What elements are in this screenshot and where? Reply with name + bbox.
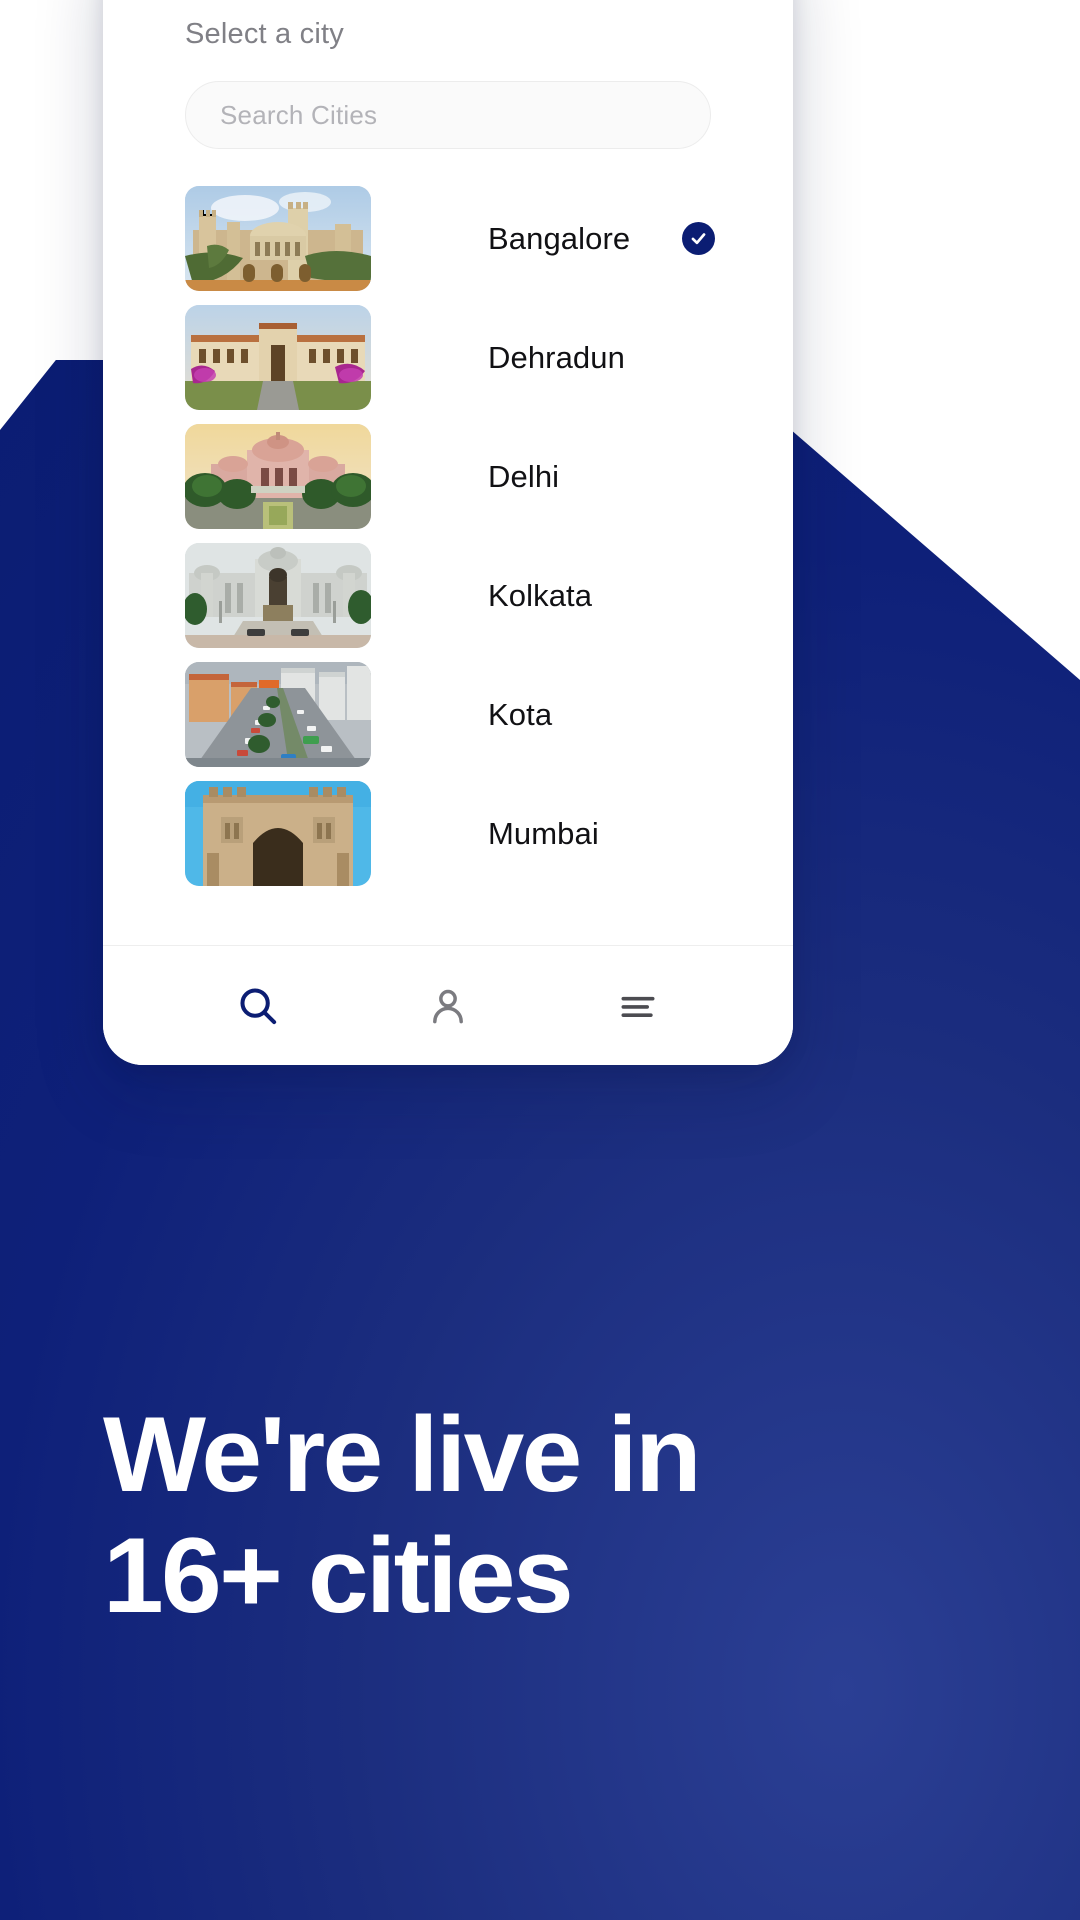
hamburger-menu-icon (621, 996, 655, 1017)
nav-menu-button[interactable] (543, 984, 733, 1028)
list-item[interactable]: Kota (103, 655, 793, 774)
check-icon (691, 233, 706, 245)
victoria-memorial-thumbnail (185, 543, 371, 648)
search-icon (240, 987, 277, 1024)
city-name: Mumbai (488, 815, 599, 851)
city-name: Dehradun (488, 339, 625, 375)
city-list[interactable]: Bangalore Dehradun Delhi Kolkata Kota Mu… (103, 179, 793, 945)
city-name: Kolkata (488, 577, 593, 613)
list-item[interactable]: Kolkata (103, 536, 793, 655)
list-item[interactable]: Dehradun (103, 298, 793, 417)
city-name: Bangalore (488, 220, 631, 256)
search-placeholder: Search Cities (220, 99, 378, 130)
city-name: Kota (488, 696, 553, 732)
person-icon (433, 989, 463, 1023)
promo-screenshot: Select a city Search Cities Bangalore De… (0, 0, 1080, 1920)
list-item[interactable]: Mumbai (103, 774, 793, 893)
nav-profile-button[interactable] (353, 984, 543, 1028)
promo-headline: We're live in 16+ cities (103, 1399, 980, 1636)
search-input[interactable]: Search Cities (185, 81, 711, 149)
selected-check-badge[interactable] (682, 222, 715, 255)
list-item[interactable]: Delhi (103, 417, 793, 536)
nav-search-button[interactable] (163, 983, 353, 1029)
bangalore-palace-thumbnail (185, 186, 371, 291)
gateway-of-india-thumbnail (185, 781, 371, 886)
forest-research-institute-thumbnail (185, 305, 371, 410)
list-item[interactable]: Bangalore (103, 179, 793, 298)
headline-line-2: 16+ cities (103, 1515, 574, 1636)
phone-card: Select a city Search Cities Bangalore De… (103, 0, 793, 1065)
bottom-navigation-bar[interactable] (103, 945, 793, 1065)
page-title: Select a city (185, 18, 344, 50)
akshardham-temple-thumbnail (185, 424, 371, 529)
city-street-aerial-thumbnail (185, 662, 371, 767)
headline-line-1: We're live in (103, 1394, 702, 1514)
city-name: Delhi (488, 458, 560, 494)
